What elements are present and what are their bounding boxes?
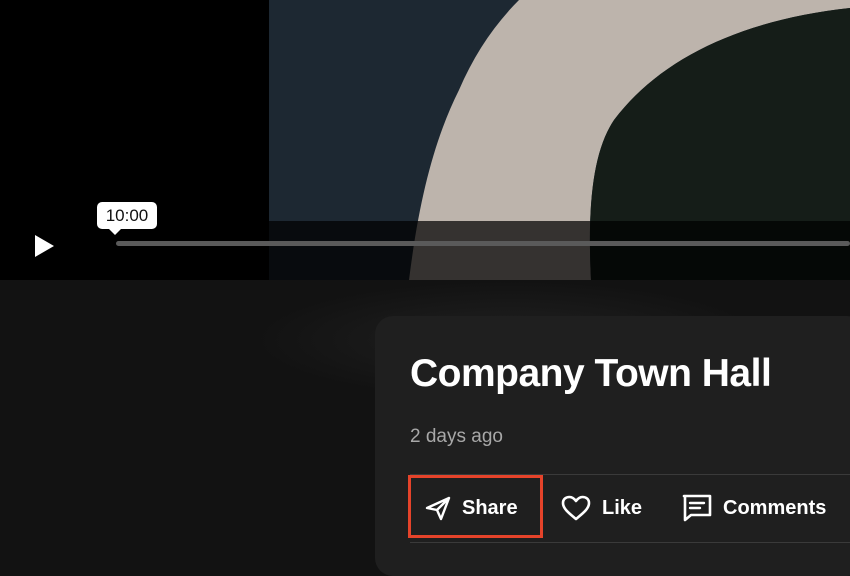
video-title: Company Town Hall: [410, 352, 772, 395]
heart-icon: [560, 494, 592, 522]
play-button[interactable]: [30, 232, 58, 260]
player-controls-bar: [0, 221, 850, 280]
posted-time: 2 days ago: [410, 426, 503, 447]
comment-icon: [681, 493, 713, 523]
progress-bar[interactable]: [116, 241, 850, 246]
play-icon: [35, 235, 54, 257]
comments-label: Comments: [723, 496, 827, 519]
time-tooltip: 10:00: [97, 202, 157, 235]
comments-button[interactable]: Comments: [681, 476, 826, 540]
like-label: Like: [602, 496, 643, 519]
like-button[interactable]: Like: [560, 476, 642, 540]
divider-bottom: [410, 542, 850, 543]
share-highlight-outline: [408, 475, 543, 538]
